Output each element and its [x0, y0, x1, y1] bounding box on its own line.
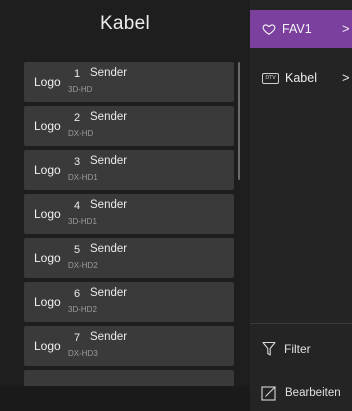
channel-number: 3 — [74, 156, 81, 168]
channel-name: Sender — [90, 331, 128, 343]
channel-row[interactable]: Logo 4 Sender 3D-HD1 — [24, 194, 234, 234]
edit-button[interactable]: Bearbeiten — [250, 382, 352, 404]
filter-label: Filter — [284, 342, 311, 356]
channel-number: 6 — [74, 288, 81, 300]
list-scrollbar[interactable] — [238, 62, 240, 180]
dtv-icon: DTV — [262, 72, 279, 84]
fav-label: FAV1 — [282, 22, 312, 36]
page-title: Kabel — [99, 13, 151, 34]
channel-number: 7 — [74, 332, 81, 344]
channel-subtitle: DX-HD2 — [68, 261, 98, 270]
channel-logo: Logo — [34, 163, 61, 177]
channel-name: Sender — [90, 155, 128, 167]
channel-name: Sender — [90, 67, 128, 79]
channel-name: Sender — [90, 199, 128, 211]
channel-logo: Logo — [34, 207, 61, 221]
channel-logo: Logo — [34, 251, 61, 265]
filter-button[interactable]: Filter — [250, 338, 352, 360]
chevron-right-icon: > — [342, 21, 350, 36]
channel-logo: Logo — [34, 339, 61, 353]
channel-row[interactable]: Logo 1 Sender 3D-HD — [24, 62, 234, 102]
channel-number: 4 — [74, 200, 81, 212]
heart-icon — [262, 24, 276, 35]
channel-logo: Logo — [34, 75, 61, 89]
channel-logo: Logo — [34, 119, 61, 133]
channel-name: Sender — [90, 111, 128, 123]
channel-logo: Logo — [34, 295, 61, 309]
channel-subtitle: DX-HD1 — [68, 173, 98, 182]
channel-number: 1 — [74, 68, 81, 80]
filter-icon — [262, 341, 276, 356]
channel-row[interactable]: Logo 3 Sender DX-HD1 — [24, 150, 234, 190]
channel-number: 5 — [74, 244, 81, 256]
channel-subtitle: 3D-HD — [68, 85, 93, 94]
channel-number: 2 — [74, 112, 81, 124]
list-footer — [0, 386, 250, 411]
edit-icon — [261, 386, 276, 401]
channel-row[interactable]: Logo 6 Sender 3D-HD2 — [24, 282, 234, 322]
channel-subtitle: 3D-HD1 — [68, 217, 97, 226]
channel-name: Sender — [90, 287, 128, 299]
edit-label: Bearbeiten — [285, 387, 341, 399]
channel-list-panel: Kabel Logo 1 Sender 3D-HD Logo 2 Sender … — [0, 0, 250, 411]
list-header: Kabel — [0, 0, 250, 48]
source-kabel-item[interactable]: DTV Kabel > — [250, 68, 352, 88]
chevron-right-icon: > — [342, 70, 350, 85]
channel-name: Sender — [90, 243, 128, 255]
channel-row[interactable]: Logo 5 Sender DX-HD2 — [24, 238, 234, 278]
channel-row[interactable]: Logo 2 Sender DX-HD — [24, 106, 234, 146]
side-menu: FAV1 > DTV Kabel > Filter Bearbeiten — [250, 0, 352, 411]
channel-subtitle: 3D-HD2 — [68, 305, 97, 314]
source-label: Kabel — [285, 71, 317, 85]
channel-subtitle: DX-HD — [68, 129, 94, 138]
channel-row[interactable]: Logo 7 Sender DX-HD3 — [24, 326, 234, 366]
menu-divider — [250, 323, 352, 324]
channel-subtitle: DX-HD3 — [68, 349, 98, 358]
fav-list-button[interactable]: FAV1 > — [250, 10, 352, 48]
channel-list[interactable]: Logo 1 Sender 3D-HD Logo 2 Sender DX-HD … — [0, 48, 250, 411]
